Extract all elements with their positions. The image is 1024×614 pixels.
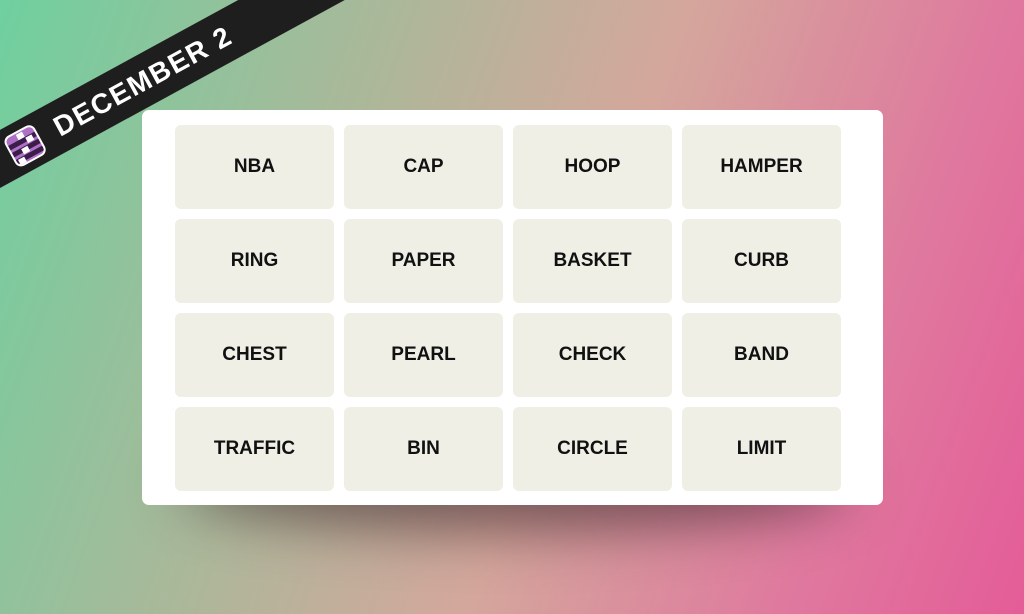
word-tile[interactable]: LIMIT xyxy=(682,407,841,491)
word-grid: NBA CAP HOOP HAMPER RING PAPER BASKET CURB CHEST… xyxy=(175,125,841,491)
word-tile[interactable]: HOOP xyxy=(513,125,672,209)
word-tile[interactable]: CAP xyxy=(344,125,503,209)
word-tile[interactable]: BAND xyxy=(682,313,841,397)
word-tile[interactable]: TRAFFIC xyxy=(175,407,334,491)
word-tile[interactable]: CIRCLE xyxy=(513,407,672,491)
puzzle-board: NBA CAP HOOP HAMPER RING PAPER BASKET CURB CHEST… xyxy=(142,110,883,505)
word-tile[interactable]: PEARL xyxy=(344,313,503,397)
connections-grid-icon xyxy=(1,122,48,169)
word-tile[interactable]: CURB xyxy=(682,219,841,303)
word-tile[interactable]: CHEST xyxy=(175,313,334,397)
word-tile[interactable]: RING xyxy=(175,219,334,303)
word-tile[interactable]: CHECK xyxy=(513,313,672,397)
word-tile[interactable]: BASKET xyxy=(513,219,672,303)
word-tile[interactable]: PAPER xyxy=(344,219,503,303)
word-tile[interactable]: HAMPER xyxy=(682,125,841,209)
word-tile[interactable]: NBA xyxy=(175,125,334,209)
word-tile[interactable]: BIN xyxy=(344,407,503,491)
